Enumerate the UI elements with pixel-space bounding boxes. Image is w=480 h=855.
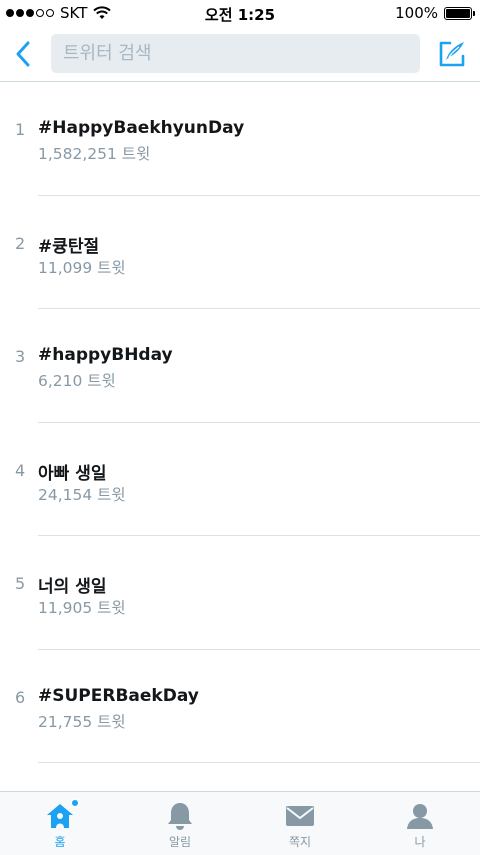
- tab-notifications[interactable]: 알림: [120, 792, 240, 855]
- home-icon: [44, 799, 79, 831]
- tab-label: 홈: [54, 835, 66, 849]
- tab-messages[interactable]: 쪽지: [240, 792, 360, 855]
- notification-dot: [71, 799, 79, 807]
- envelope-icon: [284, 801, 316, 831]
- compose-tweet-icon: [439, 41, 465, 67]
- status-right: 100%: [395, 4, 475, 22]
- trend-item[interactable]: 1 #HappyBaekhyunDay 1,582,251 트윗: [0, 82, 480, 196]
- tab-me[interactable]: 나: [360, 792, 480, 855]
- search-input[interactable]: [51, 34, 420, 73]
- search-box: [51, 34, 420, 73]
- trend-tweet-count: 21,755 트윗: [38, 712, 126, 731]
- trend-name[interactable]: #SUPERBaekDay: [38, 686, 199, 706]
- trend-name[interactable]: 아빠 생일: [38, 459, 106, 484]
- trend-tweet-count: 1,582,251 트윗: [38, 145, 151, 163]
- trend-rank: 2: [15, 233, 26, 253]
- trend-rank: 1: [15, 120, 26, 139]
- tab-home[interactable]: 홈: [0, 792, 120, 855]
- trend-item[interactable]: 2 #큥탄절 11,099 트윗: [0, 196, 480, 310]
- back-button[interactable]: [8, 36, 38, 72]
- trend-item[interactable]: 6 #SUPERBaekDay 21,755 트윗: [0, 650, 480, 764]
- trend-name[interactable]: #HappyBaekhyunDay: [38, 118, 244, 138]
- person-icon: [404, 801, 436, 831]
- trend-tweet-count: 11,905 트윗: [38, 599, 126, 617]
- bell-icon: [164, 801, 196, 831]
- chevron-left-icon: [16, 41, 30, 67]
- tab-label: 나: [414, 835, 426, 849]
- tab-label: 쪽지: [288, 835, 312, 849]
- search-header: [0, 28, 480, 82]
- trend-name[interactable]: #큥탄절: [38, 232, 99, 257]
- trend-name[interactable]: #happyBHday: [38, 345, 173, 365]
- trend-rank: 5: [15, 574, 26, 593]
- trend-rank: 3: [15, 347, 26, 366]
- tab-label: 알림: [168, 835, 192, 849]
- battery-icon: [444, 6, 475, 20]
- trend-tweet-count: 11,099 트윗: [38, 258, 126, 277]
- trend-tweet-count: 6,210 트윗: [38, 372, 116, 390]
- trend-item[interactable]: 3 #happyBHday 6,210 트윗: [0, 309, 480, 423]
- trend-rank: 4: [15, 460, 26, 480]
- status-bar: SKT 오전 1:25 100%: [0, 0, 480, 28]
- trend-item[interactable]: 5 너의 생일 11,905 트윗: [0, 536, 480, 650]
- tab-bar: 홈 알림 쪽지 나: [0, 791, 480, 855]
- trend-item[interactable]: 4 아빠 생일 24,154 트윗: [0, 423, 480, 537]
- trend-tweet-count: 24,154 트윗: [38, 485, 126, 504]
- compose-button[interactable]: [434, 36, 470, 72]
- trend-name[interactable]: 너의 생일: [38, 572, 106, 597]
- battery-percent: 100%: [395, 4, 438, 22]
- trend-rank: 6: [15, 687, 26, 707]
- trend-list: 1 #HappyBaekhyunDay 1,582,251 트윗 2 #큥탄절 …: [0, 82, 480, 763]
